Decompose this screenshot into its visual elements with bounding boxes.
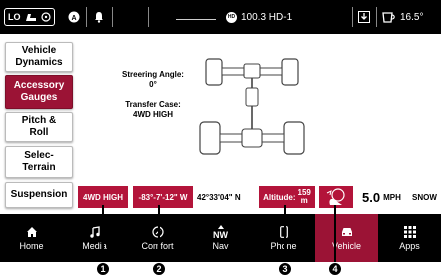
sidebar-item-pitch-roll[interactable]: Pitch & Roll xyxy=(5,112,73,142)
steering-angle-value: 0° xyxy=(149,80,157,89)
sidebar-item-label: Suspension xyxy=(10,189,68,200)
fan-lo-control[interactable]: LO xyxy=(4,0,66,34)
nav-label: Nav xyxy=(212,241,229,251)
callout-badge: 1 xyxy=(96,262,110,276)
download-icon[interactable] xyxy=(358,0,370,34)
bell-icon[interactable] xyxy=(94,0,104,34)
callout-badge: 4 xyxy=(328,262,342,276)
nav-heading: NW xyxy=(213,230,228,240)
drivetrain-diagram xyxy=(199,58,305,155)
sidebar-item-label: Selec- Terrain xyxy=(22,150,56,173)
divider xyxy=(86,7,87,27)
radio-station-label: 100.3 HD-1 xyxy=(241,11,293,23)
altitude-label: Altitude: xyxy=(263,192,296,202)
cup-holder-icon xyxy=(382,12,395,23)
heading-indicator-icon xyxy=(326,188,345,205)
callout-leader xyxy=(334,205,336,265)
altitude-value: 159 m xyxy=(297,188,311,205)
compass-icon xyxy=(217,225,224,229)
drive-mode-value: 4WD HIGH xyxy=(83,192,123,202)
divider xyxy=(352,7,353,27)
sidebar-item-label: Pitch & Roll xyxy=(21,115,57,138)
sidebar-item-label: Vehicle Dynamics xyxy=(15,45,63,68)
nav-vehicle[interactable]: Vehicle xyxy=(315,214,378,262)
divider xyxy=(148,7,149,27)
lo-label: LO xyxy=(8,12,21,22)
home-icon xyxy=(26,226,37,237)
speed-unit: MPH xyxy=(383,192,401,202)
longitude-value: -83°-7'-12" W xyxy=(138,192,188,202)
bottom-nav: Home Media Comfort NW Nav Phone Vehicle … xyxy=(0,214,441,262)
sidebar-item-selec-terrain[interactable]: Selec- Terrain xyxy=(5,146,73,178)
car-icon xyxy=(341,227,352,236)
divider xyxy=(376,7,377,27)
sidebar-item-accessory-gauges[interactable]: Accessory Gauges xyxy=(5,75,73,109)
climate-temperature[interactable]: 16.5° xyxy=(382,0,423,34)
terrain-mode-readout: SNOW xyxy=(412,186,437,208)
callout-badge: 3 xyxy=(278,262,292,276)
svg-text:A: A xyxy=(71,15,76,22)
status-bar: LO A HD 100.3 HD-1 16.5° xyxy=(0,0,441,34)
callout-leader xyxy=(102,205,104,265)
fan-icon xyxy=(40,12,51,22)
temperature-value: 16.5° xyxy=(400,11,424,23)
latitude-value: 42°33'04" N xyxy=(197,192,241,202)
callout-leader xyxy=(284,205,286,265)
callout-badge: 2 xyxy=(152,262,166,276)
callout-leader xyxy=(158,205,160,265)
speed-value: 5.0 xyxy=(362,189,381,205)
heading-chip[interactable] xyxy=(319,186,353,208)
divider xyxy=(112,7,113,27)
nav-nav[interactable]: NW Nav xyxy=(189,214,252,262)
altitude-chip[interactable]: Altitude: 159 m xyxy=(259,186,315,208)
nav-media[interactable]: Media xyxy=(63,214,126,262)
sidebar-item-label: Accessory Gauges xyxy=(13,80,65,103)
music-note-icon xyxy=(89,225,100,238)
terrain-mode-value: SNOW xyxy=(412,192,437,202)
sidebar-item-suspension[interactable]: Suspension xyxy=(5,182,73,208)
sidebar-item-vehicle-dynamics[interactable]: Vehicle Dynamics xyxy=(5,42,73,72)
steering-angle-label: Streering Angle: xyxy=(122,70,184,79)
hd-radio-icon: HD xyxy=(226,11,237,23)
transfer-case-label: Transfer Case: xyxy=(125,100,181,109)
nav-home[interactable]: Home xyxy=(0,214,63,262)
driver-assist-icon[interactable]: A xyxy=(68,0,80,34)
nav-label: Apps xyxy=(399,240,420,251)
longitude-chip[interactable]: -83°-7'-12" W xyxy=(133,186,193,208)
seat-heat-icon xyxy=(25,14,36,21)
radio-station[interactable]: HD 100.3 HD-1 xyxy=(226,0,292,34)
grid-icon xyxy=(403,225,416,238)
transfer-case-readout: Transfer Case: 4WD HIGH xyxy=(120,100,186,120)
nav-apps[interactable]: Apps xyxy=(378,214,441,262)
nav-label: Home xyxy=(19,240,44,251)
status-line xyxy=(176,19,216,20)
latitude-readout: 42°33'04" N xyxy=(197,186,241,208)
speed-readout: 5.0 MPH xyxy=(362,186,401,208)
steering-angle-readout: Streering Angle: 0° xyxy=(118,70,188,90)
transfer-case-value: 4WD HIGH xyxy=(133,110,173,119)
nav-label: Vehicle xyxy=(331,240,362,251)
